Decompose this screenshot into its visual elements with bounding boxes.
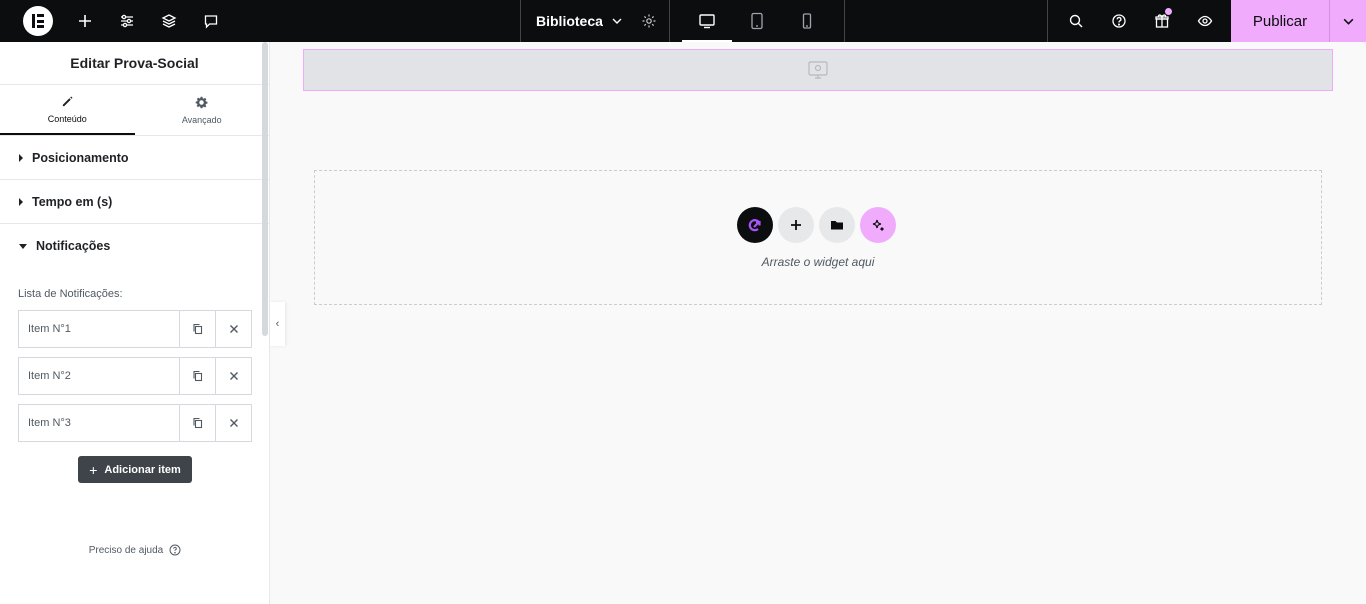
publish-label: Publicar (1252, 12, 1308, 30)
add-item-label: Adicionar item (104, 463, 181, 476)
panel-tabs: Conteúdo Avançado (0, 85, 269, 136)
eye-icon (1197, 15, 1212, 27)
device-switcher (670, 0, 845, 42)
copy-icon (192, 417, 202, 429)
repeater-item[interactable]: Item N°3 (18, 404, 252, 442)
top-bar-center: Biblioteca (520, 0, 845, 42)
device-mobile-button[interactable] (782, 0, 832, 42)
mobile-icon (802, 13, 812, 29)
section-label: Tempo em (s) (32, 194, 113, 209)
top-bar-right (1047, 0, 1226, 42)
search-button[interactable] (1054, 0, 1097, 42)
remove-button[interactable] (215, 358, 251, 394)
remove-button[interactable] (215, 405, 251, 441)
notifications-list-label: Lista de Notificações: (18, 288, 123, 300)
section-label: Posicionamento (32, 150, 129, 165)
duplicate-button[interactable] (179, 358, 215, 394)
add-section-button[interactable] (778, 207, 814, 243)
section-time[interactable]: Tempo em (s) (0, 180, 269, 224)
sliders-icon (121, 14, 133, 28)
close-icon (229, 419, 238, 427)
editor-panel: Editar Prova-Social Conteúdo Avançado Po… (0, 42, 270, 604)
header-placeholder-icon (808, 61, 828, 79)
section-positioning[interactable]: Posicionamento (0, 136, 269, 180)
help-icon (1111, 14, 1126, 28)
tab-content-label: Conteúdo (47, 113, 87, 124)
ai-assistant-button[interactable] (860, 207, 896, 243)
top-bar: Biblioteca Publicar (0, 0, 1366, 42)
pencil-icon (62, 95, 73, 106)
repeater-item[interactable]: Item N°1 (18, 310, 252, 348)
folder-icon (831, 221, 843, 230)
copy-icon (192, 323, 202, 335)
panel-scrollbar[interactable] (262, 42, 268, 336)
preview-button[interactable] (1183, 0, 1226, 42)
repeater-item-label[interactable]: Item N°1 (19, 323, 179, 335)
help-button[interactable] (1097, 0, 1140, 42)
tab-content[interactable]: Conteúdo (0, 85, 135, 135)
layers-icon (161, 14, 177, 28)
plus-icon: + (89, 461, 98, 478)
comment-icon (204, 15, 218, 29)
repeater-item-label[interactable]: Item N°2 (19, 370, 179, 382)
sparkles-icon (872, 219, 884, 231)
gear-icon (195, 96, 208, 108)
help-link[interactable]: Preciso de ajuda (0, 544, 270, 556)
add-item-button[interactable]: + Adicionar item (78, 456, 192, 483)
duplicate-button[interactable] (179, 311, 215, 347)
caret-right-icon (19, 153, 23, 162)
section-label: Notificações (36, 239, 111, 253)
dropzone-text: Arraste o widget aqui (761, 255, 875, 269)
desktop-icon (699, 14, 715, 29)
elementor-logo-icon[interactable] (23, 6, 53, 36)
header-template-placeholder[interactable] (303, 49, 1333, 91)
ai-generate-button[interactable] (737, 207, 773, 243)
whats-new-button[interactable] (1140, 0, 1183, 42)
duplicate-button[interactable] (179, 405, 215, 441)
gift-icon (1154, 14, 1169, 28)
search-icon (1069, 14, 1082, 28)
tab-advanced-label: Avançado (181, 114, 222, 125)
structure-button[interactable] (148, 0, 190, 42)
empty-section-dropzone[interactable]: Arraste o widget aqui (314, 170, 1322, 305)
device-tablet-button[interactable] (732, 0, 782, 42)
tab-advanced[interactable]: Avançado (135, 85, 270, 135)
repeater-item[interactable]: Item N°2 (18, 357, 252, 395)
caret-down-icon (19, 243, 27, 249)
library-label: Biblioteca (536, 13, 603, 29)
gear-icon[interactable] (641, 13, 657, 29)
publish-button[interactable]: Publicar (1231, 0, 1329, 42)
add-element-button[interactable] (64, 0, 106, 42)
notification-dot (1165, 8, 1172, 15)
site-settings-button[interactable] (106, 0, 148, 42)
section-notifications[interactable]: Notificações (0, 224, 269, 268)
help-icon (169, 544, 181, 556)
tablet-icon (751, 12, 763, 30)
ai-logo-icon (748, 219, 761, 232)
plus-icon (79, 15, 91, 27)
dropzone-actions (737, 207, 901, 243)
top-bar-left (0, 0, 232, 42)
library-button[interactable]: Biblioteca (520, 0, 670, 42)
collapse-panel-button[interactable]: ‹ (270, 302, 285, 346)
close-icon (229, 325, 238, 333)
plus-icon (791, 220, 801, 230)
notes-button[interactable] (190, 0, 232, 42)
panel-title: Editar Prova-Social (0, 42, 269, 85)
publish-options-button[interactable] (1329, 0, 1366, 42)
chevron-down-icon (612, 18, 622, 24)
caret-right-icon (19, 197, 23, 206)
repeater-item-label[interactable]: Item N°3 (19, 417, 179, 429)
add-template-button[interactable] (819, 207, 855, 243)
help-label: Preciso de ajuda (88, 544, 164, 556)
device-desktop-button[interactable] (682, 0, 732, 42)
chevron-down-icon (1343, 18, 1353, 25)
close-icon (229, 372, 238, 380)
remove-button[interactable] (215, 311, 251, 347)
copy-icon (192, 370, 202, 382)
